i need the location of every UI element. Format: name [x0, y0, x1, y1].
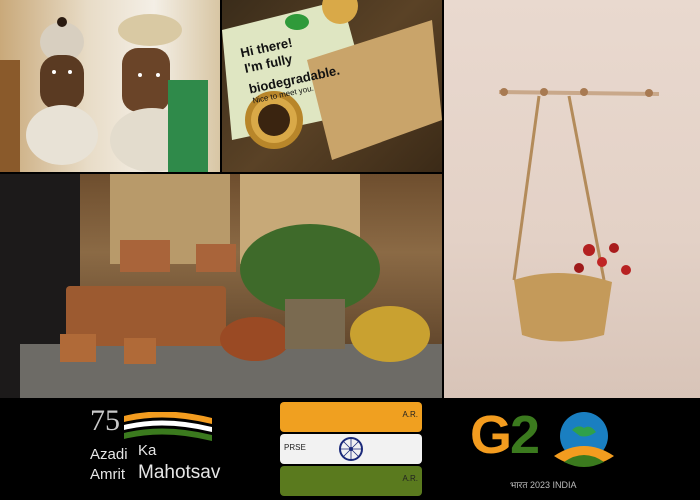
g20-letter-g: G — [470, 405, 513, 465]
logo-banner: 75 Azadi Ka Amrit Mahotsav A.R. PRSE A.R… — [0, 398, 700, 500]
lotus-globe-icon — [554, 412, 614, 467]
ka-word: Ka — [138, 442, 157, 459]
ashoka-chakra-icon — [339, 437, 363, 461]
g20-logo: G 2 भारत 2023 INDIA — [470, 402, 640, 496]
green-spool: A.R. — [280, 466, 422, 496]
azadi-ka-amrit-mahotsav-logo: 75 Azadi Ka Amrit Mahotsav — [88, 404, 238, 496]
saffron-spool-label: A.R. — [402, 410, 418, 419]
white-spool: PRSE — [280, 434, 422, 464]
azadi-number: 75 — [90, 404, 120, 437]
g20-digit-2: 2 — [510, 405, 541, 465]
mahotsav-word: Mahotsav — [138, 462, 221, 483]
amrit-word: Amrit — [90, 466, 125, 483]
kitchen-illustration — [0, 174, 442, 398]
flag-ribbon-icon — [124, 412, 212, 441]
basket-illustration — [498, 88, 660, 342]
tricolor-spools: A.R. PRSE A.R. — [280, 402, 422, 496]
photo-basket — [444, 0, 700, 398]
photo-kitchen — [0, 174, 442, 398]
azadi-word: Azadi — [90, 446, 128, 463]
green-spool-label: A.R. — [402, 474, 418, 483]
photo-figurines — [0, 0, 220, 172]
white-spool-label: PRSE — [284, 443, 306, 452]
saffron-spool: A.R. — [280, 402, 422, 432]
photo-biodegradable-card: Hi there! I'm fully biodegradable. Nice … — [222, 0, 442, 172]
g20-subtitle: भारत 2023 INDIA — [510, 480, 577, 490]
figurines-illustration — [0, 14, 208, 172]
